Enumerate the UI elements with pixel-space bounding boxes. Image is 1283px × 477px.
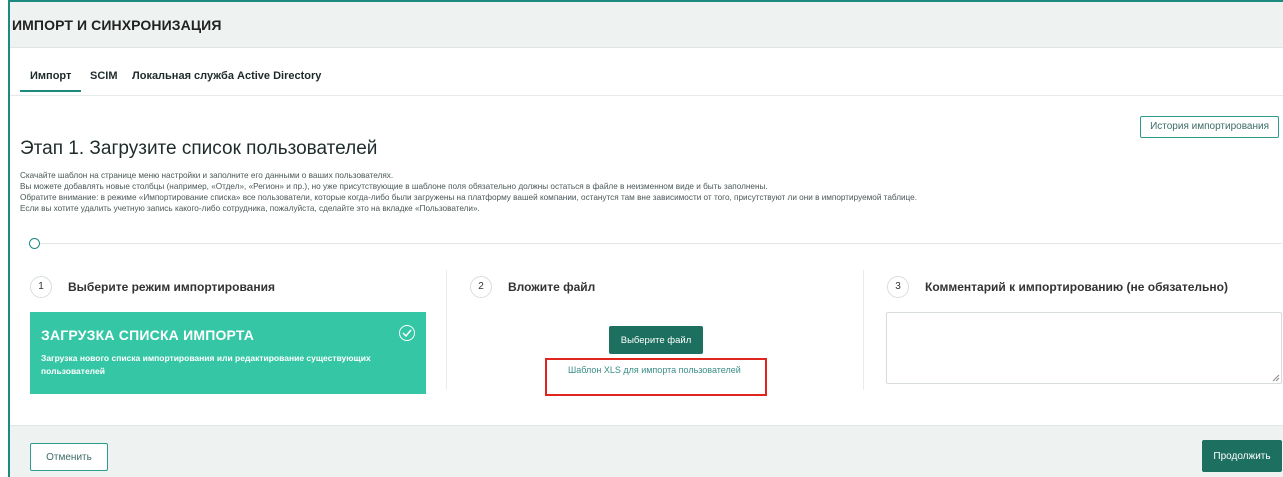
tab-import[interactable]: Импорт: [19, 70, 82, 92]
import-history-button[interactable]: История импортирования: [1140, 116, 1279, 138]
step-3-number: 3: [887, 276, 909, 298]
import-mode-description: Загрузка нового списка импортирования ил…: [41, 353, 371, 376]
description-line: Если вы хотите удалить учетную запись ка…: [20, 204, 480, 213]
description-line: Скачайте шаблон на странице меню настрой…: [20, 171, 394, 180]
footer-bar: Отменить Продолжить: [10, 425, 1283, 477]
import-comment-field[interactable]: [886, 312, 1282, 384]
step-3-title: Комментарий к импортированию (не обязате…: [925, 280, 1228, 294]
tab-bar: Импорт SCIM Локальная служба Active Dire…: [10, 48, 1283, 96]
step-2-title: Вложите файл: [508, 280, 596, 294]
column-divider: [863, 270, 864, 390]
app-frame: ИМПОРТ И СИНХРОНИЗАЦИЯ Импорт SCIM Локал…: [8, 0, 1283, 477]
resize-grip-icon[interactable]: [1272, 374, 1280, 382]
progress-step-marker: [29, 238, 40, 249]
choose-file-button[interactable]: Выберите файл: [609, 326, 703, 354]
step-1-number: 1: [30, 276, 52, 298]
continue-button[interactable]: Продолжить: [1202, 440, 1282, 472]
page-title: ИМПОРТ И СИНХРОНИЗАЦИЯ: [12, 17, 222, 33]
tab-scim[interactable]: SCIM: [90, 70, 118, 82]
stage-description: Скачайте шаблон на странице меню настрой…: [20, 170, 917, 214]
step-1-title: Выберите режим импортирования: [68, 280, 275, 294]
title-bar: ИМПОРТ И СИНХРОНИЗАЦИЯ: [10, 2, 1283, 48]
highlight-box: [545, 358, 767, 396]
import-mode-card[interactable]: ЗАГРУЗКА СПИСКА ИМПОРТА Загрузка нового …: [30, 312, 426, 394]
description-line: Обратите внимание: в режиме «Импортирова…: [20, 193, 917, 202]
stage-title: Этап 1. Загрузите список пользователей: [20, 138, 378, 159]
progress-line: [32, 243, 1282, 244]
check-circle-icon: [399, 325, 415, 341]
tab-active-directory[interactable]: Локальная служба Active Directory: [132, 70, 321, 82]
cancel-button[interactable]: Отменить: [30, 443, 108, 471]
column-divider: [446, 270, 447, 390]
description-line: Вы можете добавлять новые столбцы (напри…: [20, 182, 768, 191]
step-2-number: 2: [470, 276, 492, 298]
import-mode-title: ЗАГРУЗКА СПИСКА ИМПОРТА: [41, 327, 255, 343]
